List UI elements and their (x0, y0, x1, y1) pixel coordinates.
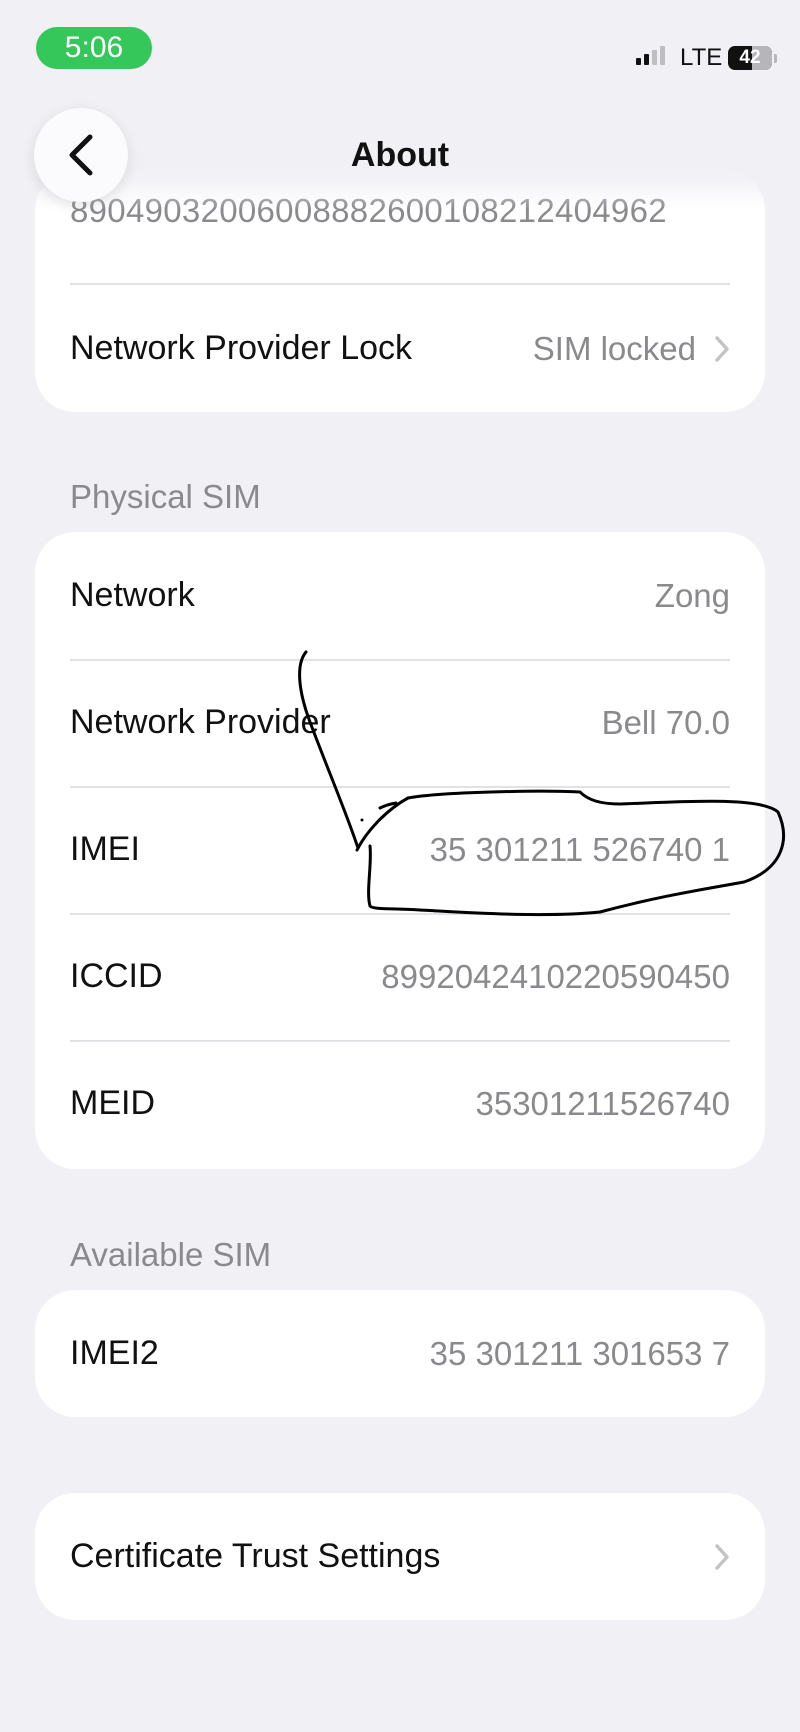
row-label: IMEI2 (70, 1334, 159, 1372)
chevron-right-icon (714, 1543, 730, 1571)
row-label: Certificate Trust Settings (70, 1537, 441, 1575)
row-label: ICCID (70, 957, 163, 995)
imei-row: IMEI 35 301211 526740 1 (35, 786, 765, 913)
row-label: Network Provider Lock (70, 329, 413, 367)
physical-sim-card: Network Zong Network Provider Bell 70.0 … (35, 532, 765, 1169)
row-value: 35 301211 301653 7 (429, 1334, 730, 1372)
row-value: 8992042410220590450 (381, 957, 730, 995)
row-label: Network (70, 576, 195, 614)
row-label: MEID (70, 1084, 155, 1122)
status-bar: 5:06 LTE 42 (0, 0, 800, 90)
row-label: Network Provider (70, 703, 331, 741)
navigation-bar: About (0, 100, 800, 210)
imei2-row: IMEI2 35 301211 301653 7 (35, 1290, 765, 1417)
row-value: SIM locked (532, 329, 696, 367)
iccid-row: ICCID 8992042410220590450 (35, 913, 765, 1040)
network-provider-lock-row[interactable]: Network Provider Lock SIM locked (35, 285, 765, 412)
row-value: 35301211526740 (475, 1084, 731, 1122)
row-label: IMEI (70, 830, 140, 868)
battery-tip (774, 54, 777, 63)
chevron-right-icon (714, 335, 730, 363)
page-title: About (350, 136, 450, 174)
status-time: 5:06 (36, 27, 152, 69)
section-header-physical-sim: Physical SIM (70, 478, 261, 515)
network-provider-row: Network Provider Bell 70.0 (35, 659, 765, 786)
row-value: 35 301211 526740 1 (429, 830, 730, 868)
cellular-signal-icon (636, 46, 665, 65)
certificate-trust-card: Certificate Trust Settings (35, 1493, 765, 1620)
network-row: Network Zong (35, 532, 765, 659)
battery-icon: 42 (728, 46, 772, 70)
meid-row: MEID 35301211526740 (35, 1040, 765, 1167)
row-value: Bell 70.0 (601, 703, 730, 741)
battery-level: 42 (739, 47, 761, 68)
available-sim-card: IMEI2 35 301211 301653 7 (35, 1290, 765, 1417)
network-type: LTE (680, 44, 723, 71)
section-header-available-sim: Available SIM (70, 1236, 272, 1273)
row-value: Zong (654, 576, 730, 614)
certificate-trust-settings-row[interactable]: Certificate Trust Settings (35, 1493, 765, 1620)
